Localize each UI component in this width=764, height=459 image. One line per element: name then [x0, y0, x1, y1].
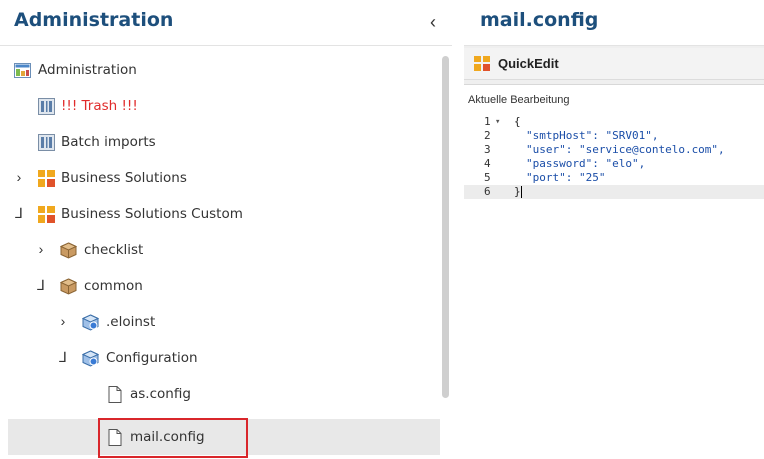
tree-item-eloinst[interactable]: › .eloinst	[0, 304, 440, 340]
code-text: "port": "25"	[526, 171, 606, 184]
chevron-right-icon[interactable]: ›	[12, 167, 26, 187]
folder-register-icon	[38, 134, 55, 151]
document-panel-header: mail.config	[464, 0, 764, 46]
code-text: "password": "elo",	[526, 157, 646, 170]
quickedit-label: QuickEdit	[498, 56, 559, 71]
tree-item-label: !!! Trash !!!	[61, 98, 138, 114]
line-number: 4	[484, 157, 491, 170]
text-cursor	[521, 186, 522, 198]
editor-tab-label: Aktuelle Bearbeitung	[468, 94, 570, 106]
fold-arrow-icon[interactable]: ▾	[495, 115, 500, 129]
tree-item-business-solutions[interactable]: › Business Solutions	[0, 160, 440, 196]
tree-item-trash[interactable]: !!! Trash !!!	[0, 88, 440, 124]
tree-item-batch-imports[interactable]: Batch imports	[0, 124, 440, 160]
tree-item-common[interactable]: ⅃ common	[0, 268, 440, 304]
document-panel: mail.config QuickEdit Aktuelle Bearbeitu…	[464, 0, 764, 459]
chevron-right-icon[interactable]: ›	[56, 311, 70, 331]
tree-item-label: Business Solutions Custom	[61, 206, 243, 222]
tree-item-label: checklist	[84, 242, 144, 258]
code-text: "user": "service@contelo.com",	[526, 143, 725, 156]
tree-item-label: common	[84, 278, 143, 294]
line-number: 6	[484, 185, 491, 198]
folder-register-icon	[38, 98, 55, 115]
tree-item-label: Administration	[38, 62, 137, 78]
line-number: 5	[484, 171, 491, 184]
administration-icon	[14, 63, 31, 78]
collapse-icon[interactable]: ⅃	[56, 347, 70, 367]
code-line: 5 "port": "25"	[464, 171, 764, 185]
package-icon	[60, 278, 77, 295]
code-text: {	[514, 115, 521, 128]
tree-item-as-config[interactable]: as.config	[0, 376, 440, 412]
tree-scrollbar-thumb[interactable]	[442, 56, 449, 398]
admin-panel: Administration ‹ Administration !!! Tras…	[0, 0, 452, 459]
selection-highlight-box	[98, 418, 248, 458]
code-line: 3 "user": "service@contelo.com",	[464, 143, 764, 157]
code-line-active: 6 }	[464, 185, 764, 199]
tree-item-label: Business Solutions	[61, 170, 187, 186]
code-text: "smtpHost": "SRV01",	[526, 129, 659, 142]
quickedit-bar[interactable]: QuickEdit	[464, 48, 764, 80]
chevron-left-icon[interactable]: ‹	[423, 11, 443, 33]
code-line: 1 ▾ {	[464, 115, 764, 129]
collapse-icon[interactable]: ⅃	[12, 203, 26, 223]
business-solutions-icon	[38, 170, 55, 187]
code-line: 2 "smtpHost": "SRV01",	[464, 129, 764, 143]
line-number: 2	[484, 129, 491, 142]
document-title: mail.config	[480, 9, 599, 31]
config-package-icon	[82, 350, 99, 367]
chevron-right-icon[interactable]: ›	[34, 239, 48, 259]
tree-item-label: Batch imports	[61, 134, 156, 150]
tree-item-label: as.config	[130, 386, 191, 402]
tree-item-business-solutions-custom[interactable]: ⅃ Business Solutions Custom	[0, 196, 440, 232]
admin-panel-header: Administration ‹	[0, 0, 452, 46]
line-number: 1	[484, 115, 491, 128]
line-number: 3	[484, 143, 491, 156]
tree-item-label: .eloinst	[106, 314, 156, 330]
file-icon	[108, 386, 122, 403]
code-text: }	[514, 185, 521, 198]
tree-item-administration[interactable]: Administration	[0, 52, 440, 88]
tree-item-checklist[interactable]: › checklist	[0, 232, 440, 268]
business-solutions-icon	[38, 206, 55, 223]
quickedit-icon	[474, 56, 490, 71]
code-editor[interactable]: Aktuelle Bearbeitung 1 ▾ { 2 "smtpHost":…	[464, 84, 764, 459]
collapse-icon[interactable]: ⅃	[34, 275, 48, 295]
config-package-icon	[82, 314, 99, 331]
admin-panel-title: Administration	[14, 9, 174, 31]
code-line: 4 "password": "elo",	[464, 157, 764, 171]
package-icon	[60, 242, 77, 259]
tree-item-label: Configuration	[106, 350, 198, 366]
tree-item-configuration[interactable]: ⅃ Configuration	[0, 340, 440, 376]
panel-divider[interactable]	[452, 0, 464, 459]
